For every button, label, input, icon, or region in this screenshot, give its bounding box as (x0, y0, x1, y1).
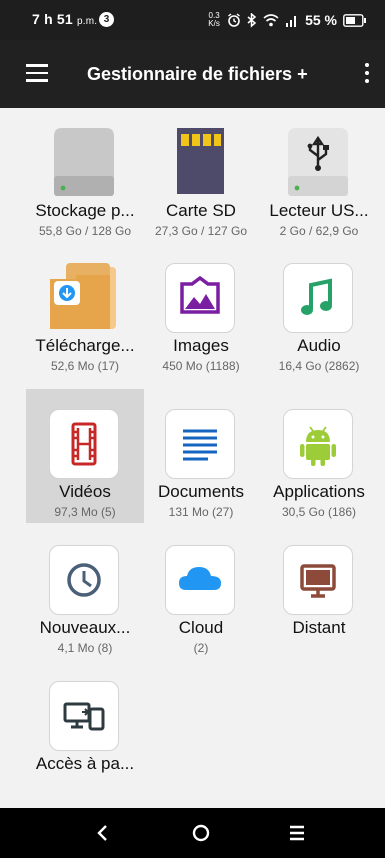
clock-icon (67, 563, 101, 597)
tile-sd-card[interactable]: Carte SD 27,3 Go / 127 Go (142, 108, 260, 242)
network-speed: 0.3 K/s (208, 11, 220, 28)
sd-card-icon (177, 128, 224, 194)
tile-images[interactable]: Images 450 Mo (1188) (142, 243, 260, 377)
alarm-icon (228, 13, 241, 27)
app-toolbar: Gestionnaire de fichiers + (0, 40, 385, 108)
tile-label: Accès à pa... (35, 754, 135, 773)
tile-remote-access[interactable]: Accès à pa... (26, 661, 144, 795)
battery-percent: 55 % (305, 12, 337, 28)
tile-label: Applications (273, 482, 365, 501)
devices-icon (63, 702, 105, 731)
tile-cloud[interactable]: Cloud (2) (142, 525, 260, 659)
tile-label: Lecteur US... (269, 201, 369, 220)
icon-tile (165, 263, 235, 333)
cloud-icon (179, 567, 221, 590)
overflow-menu-icon[interactable] (359, 60, 375, 88)
image-icon (180, 275, 220, 314)
tile-documents[interactable]: Documents 131 Mo (27) (142, 389, 260, 523)
tile-internal-storage[interactable]: Stockage p... 55,8 Go / 128 Go (26, 108, 144, 242)
tile-label: Documents (158, 482, 244, 501)
tile-label: Stockage p... (35, 201, 135, 220)
icon-tile (49, 545, 119, 615)
android-icon (300, 426, 336, 466)
tile-label: Images (173, 336, 229, 355)
tile-label: Distant (292, 618, 346, 637)
tile-subtitle: 4,1 Mo (8) (57, 641, 113, 655)
usb-drive-icon (288, 128, 348, 196)
tile-subtitle: 97,3 Mo (5) (54, 505, 116, 519)
status-icons: 0.3 K/s 55 % (207, 10, 367, 30)
status-time: 7 h 51 p.m. (32, 11, 98, 27)
system-nav-bar (0, 808, 385, 858)
phone-screen: 7 h 51 p.m. 3 0.3 K/s 55 % Gestionnaire … (0, 0, 385, 858)
tile-usb-drive[interactable]: Lecteur US... 2 Go / 62,9 Go (260, 108, 378, 242)
monitor-icon (300, 564, 336, 598)
film-icon (71, 422, 97, 466)
signal-icon (286, 16, 297, 27)
hamburger-menu-icon[interactable] (26, 64, 48, 84)
back-icon[interactable] (83, 818, 123, 848)
tile-subtitle: (2) (193, 641, 209, 655)
home-icon[interactable] (181, 818, 221, 848)
tile-subtitle: 2 Go / 62,9 Go (279, 224, 359, 238)
icon-tile (49, 681, 119, 751)
tile-subtitle: 450 Mo (1188) (162, 359, 240, 373)
tile-audio[interactable]: Audio 16,4 Go (2862) (260, 243, 378, 377)
tile-subtitle: 16,4 Go (2862) (278, 359, 360, 373)
tile-label: Télécharge... (35, 336, 135, 355)
recent-apps-icon[interactable] (277, 818, 317, 848)
tile-remote[interactable]: Distant (260, 525, 378, 659)
bluetooth-icon (247, 12, 257, 28)
tile-label: Carte SD (166, 201, 236, 220)
notification-badge-icon: 3 (99, 12, 114, 27)
icon-tile (283, 409, 353, 479)
tile-subtitle: 27,3 Go / 127 Go (154, 224, 248, 238)
tile-label: Nouveaux... (39, 618, 131, 637)
tile-subtitle: 131 Mo (27) (168, 505, 234, 519)
icon-tile (165, 545, 235, 615)
tile-videos[interactable]: Vidéos 97,3 Mo (5) (26, 389, 144, 523)
battery-icon (343, 13, 366, 27)
tile-subtitle: 55,8 Go / 128 Go (38, 224, 132, 238)
status-bar: 7 h 51 p.m. 3 0.3 K/s 55 % (0, 0, 385, 40)
tile-label: Cloud (178, 618, 224, 637)
tile-downloads[interactable]: Télécharge... 52,6 Mo (17) (26, 243, 144, 377)
icon-tile (165, 409, 235, 479)
music-note-icon (301, 278, 332, 315)
document-lines-icon (183, 429, 217, 461)
tile-subtitle: 30,5 Go (186) (281, 505, 357, 519)
tile-applications[interactable]: Applications 30,5 Go (186) (260, 389, 378, 523)
tile-label: Vidéos (59, 482, 111, 501)
app-title: Gestionnaire de fichiers + (87, 64, 308, 84)
downloads-folder-icon (50, 263, 116, 329)
tile-recent[interactable]: Nouveaux... 4,1 Mo (8) (26, 525, 144, 659)
icon-tile (49, 409, 119, 479)
tile-label: Audio (297, 336, 341, 355)
tile-subtitle: 52,6 Mo (17) (50, 359, 120, 373)
hard-drive-icon (54, 128, 114, 196)
location-grid: Stockage p... 55,8 Go / 128 Go Carte SD … (0, 108, 385, 808)
wifi-icon (263, 14, 279, 27)
icon-tile (283, 545, 353, 615)
icon-tile (283, 263, 353, 333)
